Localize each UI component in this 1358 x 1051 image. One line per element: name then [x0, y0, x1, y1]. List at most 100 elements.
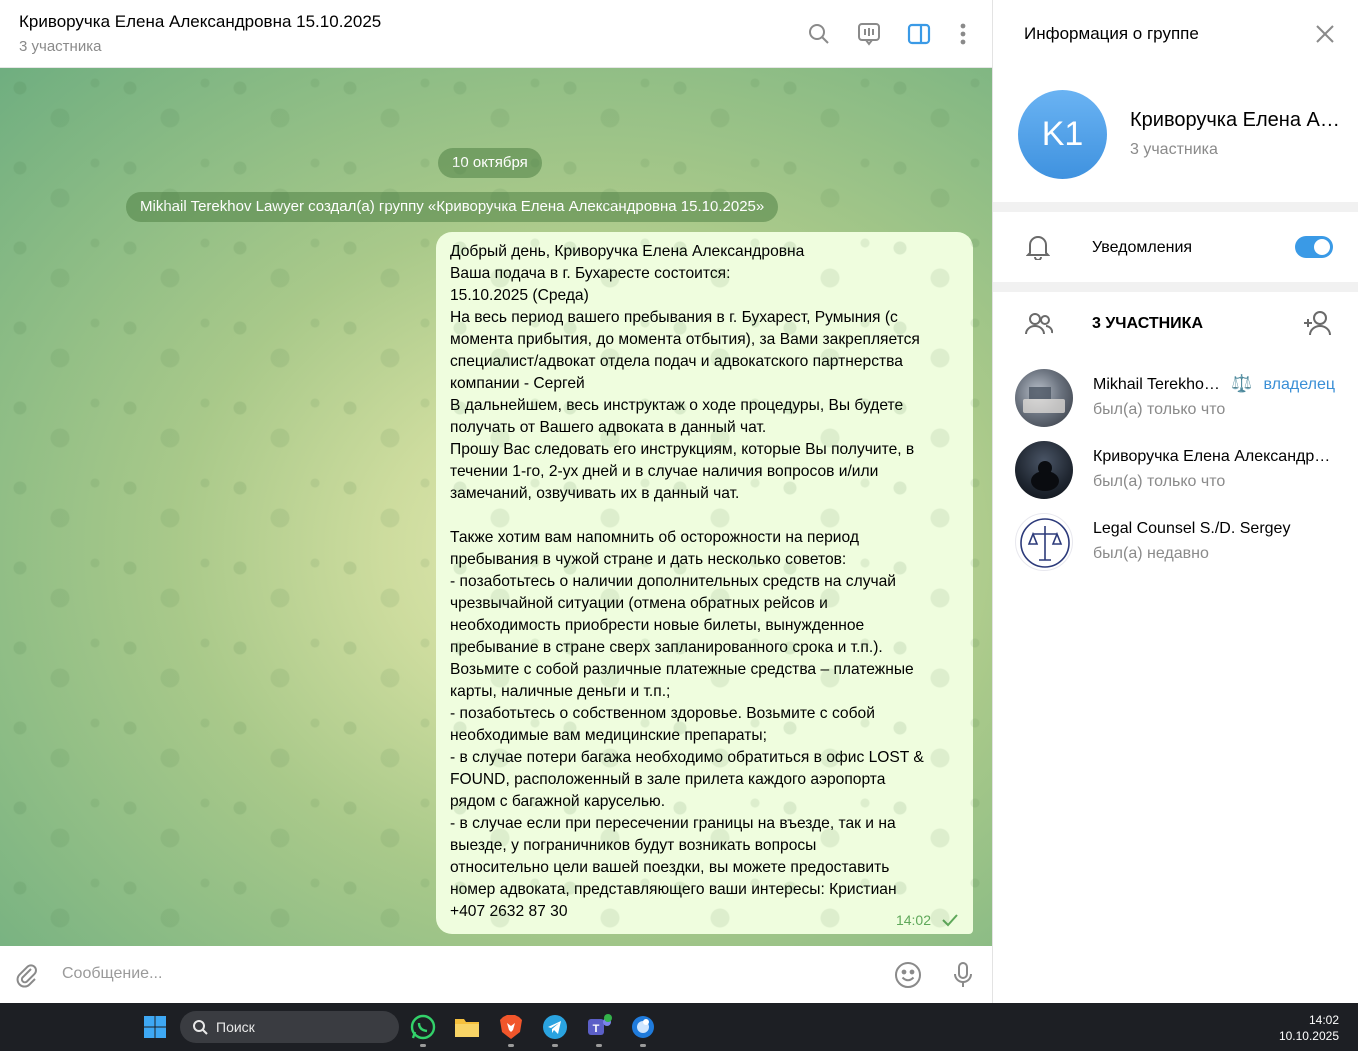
search-icon [193, 1020, 208, 1035]
group-name: Криворучка Елена Александровна 15.10.202… [1130, 109, 1340, 131]
message-line: Возьмите с собой различные платежные сре… [450, 661, 914, 678]
message-line: - позаботьтесь о собственном здоровье. В… [450, 705, 875, 722]
video-chat-icon[interactable] [855, 20, 883, 48]
member-role: владелец [1263, 376, 1335, 393]
group-info-card: Информация о группе K1 Криворучка Елена … [993, 0, 1358, 202]
message-line: рядом с багажной каруселью. [450, 793, 666, 810]
sidebar-toggle-icon[interactable] [905, 20, 933, 48]
chat-header[interactable]: Криворучка Елена Александровна 15.10.202… [0, 0, 992, 68]
scales-icon: ⚖️ [1231, 374, 1253, 393]
member-name: Криворучка Елена Александровна [1093, 448, 1338, 465]
chat-background: 10 октября Mikhail Terekhov Lawyer созда… [0, 68, 992, 946]
member-avatar [1015, 369, 1073, 427]
member-avatar [1015, 441, 1073, 499]
taskbar: Поиск T 14:02 10.10.2025 [0, 1003, 1358, 1051]
clock-time: 14:02 [1308, 1013, 1339, 1027]
chat-pane: Криворучка Елена Александровна 15.10.202… [0, 0, 992, 1003]
attach-icon[interactable] [12, 960, 42, 990]
search-icon[interactable] [805, 20, 833, 48]
message-line: - в случае если при пересечении границы … [450, 815, 896, 832]
notifications-row[interactable]: Уведомления [993, 212, 1358, 282]
date-separator[interactable]: 10 октября [438, 148, 542, 178]
windows-start-icon[interactable] [141, 1013, 169, 1041]
message-line: пребывание в стране сверх запланированно… [450, 639, 883, 656]
member-name: Legal Counsel S./D. Sergey [1093, 520, 1291, 537]
members-header: 3 УЧАСТНИКА [1092, 315, 1203, 332]
message-line: номер адвоката, представляющего ваши инт… [450, 881, 897, 898]
message-line: +407 2632 87 30 [450, 903, 568, 920]
message-line: карты, наличные деньги и т.п.; [450, 683, 671, 700]
message-line: Также хотим вам напомнить об осторожност… [450, 529, 859, 546]
message-line: Ваша подача в г. Бухаресте состоится: [450, 265, 731, 282]
read-check-icon [942, 914, 958, 927]
panel-title: Информация о группе [1024, 24, 1199, 43]
message-text: Добрый день, Криворучка Елена Александро… [450, 241, 959, 923]
message-line: компании - Сергей [450, 375, 585, 392]
running-indicator [552, 1044, 558, 1047]
file-explorer-icon[interactable] [453, 1013, 481, 1041]
message-time: 14:02 [895, 912, 931, 928]
close-icon[interactable] [1313, 22, 1337, 46]
message-line: течении 1-го, 2-ух дней и в случае налич… [450, 463, 879, 480]
message-line: специалист/адвокат отдела подач и адвока… [450, 353, 903, 370]
member-item[interactable]: Legal Counsel S./D. Sergey был(а) недавн… [993, 513, 1358, 585]
message-line: В дальнейшем, весь инструктаж о ходе про… [450, 397, 904, 414]
message-line: момента прибытия, до момента отбытия), з… [450, 331, 920, 348]
message-line: необходимые вам медицинские препараты; [450, 727, 767, 744]
message-line: замечаний, озвучивать их в данный чат. [450, 485, 740, 502]
brave-browser-icon[interactable] [497, 1013, 525, 1047]
message-line: На весь период вашего пребывания в г. Бу… [450, 309, 898, 326]
add-member-icon[interactable] [1303, 310, 1333, 336]
member-status: был(а) только что [1093, 473, 1226, 490]
member-status: был(а) недавно [1093, 545, 1209, 562]
message-line [450, 505, 959, 527]
bell-icon [1026, 236, 1050, 260]
member-item[interactable]: Mikhail Terekhov Lawyer ⚖️ владелец был(… [993, 369, 1358, 441]
member-name: Mikhail Terekhov Lawyer [1093, 376, 1223, 393]
members-card: 3 УЧАСТНИКА Mikhail Terekhov Lawyer ⚖️ в… [993, 292, 1358, 1003]
composer [0, 946, 992, 1003]
service-message: Mikhail Terekhov Lawyer создал(а) группу… [126, 192, 779, 222]
message-line: 15.10.2025 (Среда) [450, 287, 589, 304]
message-line: получать от Вашего адвоката в данный чат… [450, 419, 767, 436]
system-clock[interactable]: 14:02 10.10.2025 [1279, 1012, 1339, 1044]
message-line: - в случае потери багажа необходимо обра… [450, 749, 924, 766]
group-avatar[interactable]: K1 [1018, 90, 1107, 179]
group-member-count: 3 участника [1130, 141, 1218, 158]
running-indicator [508, 1044, 514, 1047]
message-line: - позаботьтесь о наличии дополнительных … [450, 573, 896, 590]
microphone-icon[interactable] [948, 960, 978, 990]
message-line: FOUND, расположенный в зале прилета кажд… [450, 771, 886, 788]
message-line: чрезвычайной ситуации (отмена обратных р… [450, 595, 828, 612]
running-indicator [420, 1044, 426, 1047]
group-info-panel: Информация о группе K1 Криворучка Елена … [992, 0, 1358, 1003]
message-line: относительно цели вашей поездки, вы може… [450, 859, 890, 876]
chat-member-count: 3 участника [19, 38, 102, 55]
taskbar-search[interactable]: Поиск [180, 1011, 399, 1043]
message-line: необходимость приобрести новые билеты, в… [450, 617, 865, 634]
message-line: Прошу Вас следовать его инструкциям, кот… [450, 441, 915, 458]
teams-icon[interactable]: T [585, 1013, 613, 1047]
message-line: пребывания в чужой стране и дать несколь… [450, 551, 847, 568]
member-item[interactable]: Криворучка Елена Александровна был(а) то… [993, 441, 1358, 513]
taskbar-search-label: Поиск [216, 1019, 255, 1035]
member-avatar [1015, 513, 1073, 571]
app-icon[interactable] [629, 1013, 657, 1047]
member-status: был(а) только что [1093, 401, 1226, 418]
more-options-icon[interactable] [949, 20, 977, 48]
running-indicator [640, 1044, 646, 1047]
members-icon [1025, 313, 1053, 335]
telegram-icon[interactable] [541, 1013, 569, 1047]
running-indicator [596, 1044, 602, 1047]
notifications-label: Уведомления [1092, 239, 1193, 256]
message-line: Добрый день, Криворучка Елена Александро… [450, 243, 805, 260]
message-input[interactable] [62, 961, 862, 987]
svg-text:T: T [593, 1023, 600, 1035]
message-line: выезде, у пограничников будут возникать … [450, 837, 817, 854]
chat-title[interactable]: Криворучка Елена Александровна 15.10.202… [19, 12, 381, 32]
notifications-toggle[interactable] [1295, 236, 1333, 258]
clock-date: 10.10.2025 [1278, 1029, 1339, 1043]
emoji-icon[interactable] [893, 960, 923, 990]
message-bubble[interactable]: Добрый день, Криворучка Елена Александро… [436, 232, 973, 934]
whatsapp-icon[interactable] [409, 1013, 437, 1047]
